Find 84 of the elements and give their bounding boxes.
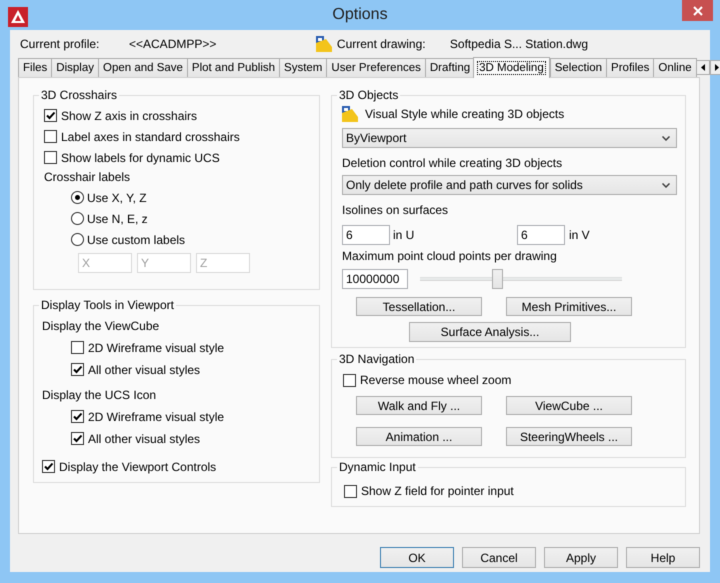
window-title: Options (331, 6, 389, 24)
tab[interactable]: Online (653, 58, 697, 77)
button[interactable]: Cancel (462, 547, 536, 568)
input-field[interactable]: 6 (342, 225, 390, 245)
tab[interactable]: Files (18, 58, 52, 77)
group-title: 3D Objects (338, 88, 400, 102)
tab[interactable]: User Preferences (326, 58, 426, 77)
button[interactable]: Mesh Primitives... (506, 297, 632, 316)
section-label: Crosshair labels (44, 170, 130, 184)
button[interactable]: Walk and Fly ... (356, 396, 482, 415)
button[interactable]: Help (626, 547, 700, 568)
checkbox[interactable] (44, 109, 57, 122)
app-logo-icon (8, 7, 28, 27)
profile-label: Current profile: (20, 37, 100, 51)
close-icon (692, 6, 702, 16)
chevron-down-icon (662, 182, 670, 188)
radio-button[interactable] (71, 233, 84, 246)
radio-button[interactable] (71, 191, 84, 204)
profile-name: <<ACADMPP>> (129, 37, 216, 51)
section-label: Display the ViewCube (42, 319, 160, 333)
triangle-right-icon (714, 64, 719, 71)
tab[interactable]: Display (51, 58, 99, 77)
checkbox-label: Reverse mouse wheel zoom (360, 373, 512, 387)
scroll-left-button[interactable] (696, 60, 710, 75)
field-label: Deletion control while creating 3D objects (342, 156, 562, 170)
input-field[interactable]: 10000000 (342, 269, 408, 289)
button[interactable]: Tessellation... (356, 297, 482, 316)
group-title: Display Tools in Viewport (40, 298, 175, 312)
slider-thumb[interactable] (492, 269, 503, 289)
checkbox[interactable] (344, 484, 357, 498)
radio-label: Use N, E, z (87, 212, 148, 226)
visual-style-icon (341, 105, 359, 123)
checkbox-label: 2D Wireframe visual style (88, 410, 224, 424)
field-label: Visual Style while creating 3D objects (365, 107, 564, 121)
checkbox-label: Label axes in standard crosshairs (61, 130, 240, 144)
drawing-name: Softpedia S... Station.dwg (450, 37, 588, 51)
checkbox[interactable] (71, 410, 84, 423)
checkbox-label: Show labels for dynamic UCS (61, 150, 220, 164)
field-label: Isolines on surfaces (342, 203, 448, 217)
drawing-label: Current drawing: (336, 37, 427, 51)
group-title: 3D Navigation (338, 352, 416, 366)
radio-button[interactable] (71, 212, 84, 225)
tab[interactable]: Plot and Publish (186, 58, 280, 77)
checkbox-label: Show Z field for pointer input (361, 484, 514, 498)
checkbox-label: 2D Wireframe visual style (88, 340, 224, 354)
button[interactable]: Apply (544, 547, 618, 568)
checkbox[interactable] (71, 432, 84, 445)
checkbox[interactable] (44, 151, 57, 164)
input-field[interactable]: 6 (517, 225, 565, 245)
group-title: Dynamic Input (338, 460, 417, 474)
checkbox[interactable] (71, 363, 84, 376)
button[interactable]: SteeringWheels ... (506, 427, 632, 446)
field-label: in U (393, 228, 416, 242)
dropdown[interactable]: ByViewport (342, 128, 677, 148)
tab[interactable]: Open and Save (98, 58, 188, 77)
scroll-right-button[interactable] (710, 60, 720, 75)
checkbox[interactable] (42, 460, 55, 473)
checkbox-label: Show Z axis in crosshairs (61, 108, 198, 122)
checkbox-label: Display the Viewport Controls (59, 460, 216, 474)
drawing-file-icon (314, 35, 333, 53)
dropdown[interactable]: Only delete profile and path curves for solids (342, 175, 677, 195)
section-label: Display the UCS Icon (42, 388, 156, 402)
radio-label: Use X, Y, Z (87, 190, 147, 204)
field-label: in V (569, 228, 590, 242)
button[interactable]: OK (380, 547, 454, 568)
checkbox[interactable] (44, 130, 57, 143)
chevron-down-icon (662, 136, 670, 140)
tab[interactable]: Profiles (606, 58, 654, 77)
checkbox[interactable] (343, 374, 356, 386)
button[interactable]: Surface Analysis... (409, 322, 571, 342)
checkbox[interactable] (71, 341, 84, 354)
triangle-left-icon (700, 64, 705, 71)
tab[interactable]: Drafting (424, 58, 476, 77)
tab[interactable]: Selection (550, 58, 608, 77)
tab[interactable]: System (279, 58, 328, 77)
tab[interactable]: 3D Modeling (473, 57, 550, 78)
checkbox-label: All other visual styles (88, 432, 200, 446)
field-label: Maximum point cloud points per drawing (342, 249, 557, 263)
button[interactable]: Animation ... (356, 427, 482, 446)
group-title: 3D Crosshairs (40, 88, 118, 102)
radio-label: Use custom labels (87, 232, 186, 246)
close-button[interactable] (682, 0, 713, 21)
checkbox-label: All other visual styles (88, 362, 200, 376)
button[interactable]: ViewCube ... (506, 396, 632, 415)
